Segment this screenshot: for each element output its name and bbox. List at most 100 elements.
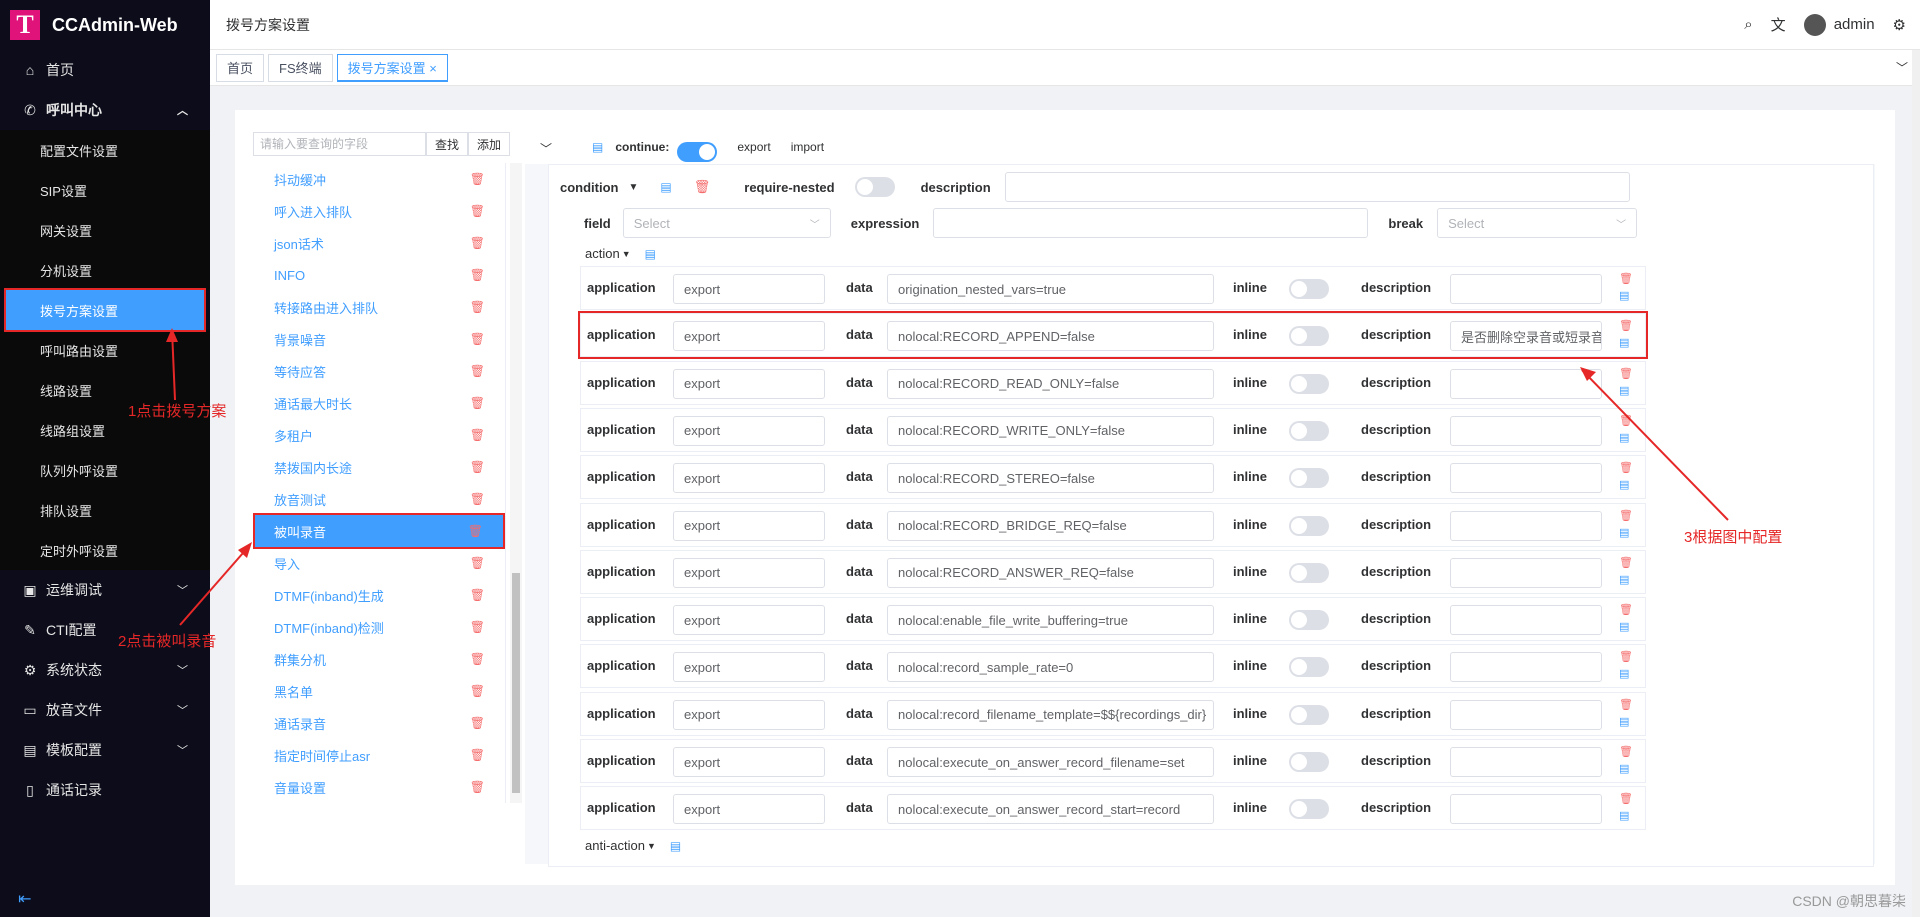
application-input[interactable]: export — [673, 368, 825, 399]
description-input[interactable] — [1450, 510, 1602, 541]
application-input[interactable]: export — [673, 274, 825, 304]
inline-toggle[interactable] — [1289, 279, 1329, 299]
trash-icon[interactable]: 🗑 — [470, 780, 485, 794]
trash-icon[interactable]: 🗑 — [1619, 649, 1633, 666]
data-input[interactable]: nolocal:execute_on_answer_record_filenam… — [887, 747, 1214, 777]
trash-icon[interactable]: 🗑 — [470, 460, 485, 474]
file-icon[interactable]: ▤ — [1619, 383, 1633, 400]
data-input[interactable]: origination_nested_vars=true — [887, 274, 1214, 304]
trash-icon[interactable]: 🗑 — [470, 748, 485, 762]
search-icon[interactable]: ⌕ — [1744, 16, 1752, 33]
gear-icon[interactable]: ⚙ — [1893, 16, 1906, 34]
file-icon[interactable]: ▤ — [1619, 714, 1633, 731]
trash-icon[interactable]: 🗑 — [470, 684, 485, 698]
inline-toggle[interactable] — [1289, 326, 1329, 347]
import-link[interactable]: import — [791, 140, 824, 154]
inline-toggle[interactable] — [1289, 562, 1329, 583]
sidebar-subitem[interactable]: 分机设置 — [0, 250, 210, 290]
trash-icon[interactable]: 🗑 — [470, 716, 485, 730]
file-icon[interactable]: ▤ — [1619, 335, 1633, 352]
trash-icon[interactable]: 🗑 — [1619, 744, 1633, 761]
data-input[interactable]: nolocal:RECORD_BRIDGE_REQ=false — [887, 510, 1214, 541]
list-item[interactable]: 禁拨国内长途 🗑 — [253, 451, 505, 483]
trash-icon[interactable]: 🗑 — [470, 172, 485, 186]
sidebar-item-audio[interactable]: ▭ 放音文件 ﹀ — [0, 690, 210, 730]
file-icon[interactable]: ▤ — [1619, 572, 1633, 589]
sidebar-subitem-dialplan[interactable]: 拨号方案设置 — [4, 288, 206, 332]
sidebar-item-status[interactable]: ⚙ 系统状态 ﹀ — [0, 650, 210, 690]
expression-input[interactable] — [933, 208, 1369, 238]
file-icon[interactable]: ▤ — [670, 839, 681, 853]
trash-icon[interactable]: 🗑 — [1619, 697, 1633, 714]
list-item[interactable]: json话术 🗑 — [253, 227, 505, 259]
data-input[interactable]: nolocal:execute_on_answer_record_start=r… — [887, 794, 1214, 825]
application-input[interactable]: export — [673, 747, 825, 777]
page-scrollbar[interactable] — [1912, 50, 1920, 917]
data-input[interactable]: nolocal:record_sample_rate=0 — [887, 652, 1214, 683]
description-input[interactable] — [1450, 463, 1602, 494]
application-input[interactable]: export — [673, 699, 825, 730]
file-icon[interactable]: ▤ — [1619, 619, 1633, 636]
list-item[interactable]: 呼入进入排队 🗑 — [253, 195, 505, 227]
file-icon[interactable]: ▤ — [1619, 525, 1633, 542]
list-item[interactable]: 通话录音 🗑 — [253, 707, 505, 739]
data-input[interactable]: nolocal:RECORD_ANSWER_REQ=false — [887, 557, 1214, 588]
search-input[interactable] — [253, 132, 426, 156]
condition-description-input[interactable] — [1004, 172, 1630, 202]
trash-icon[interactable]: 🗑 — [470, 620, 485, 634]
description-input[interactable] — [1450, 652, 1602, 683]
trash-icon[interactable]: 🗑 — [1619, 602, 1633, 619]
list-item[interactable]: 被叫录音 🗑 — [253, 513, 505, 549]
inline-toggle[interactable] — [1289, 657, 1329, 678]
break-select[interactable]: Select ﹀ — [1437, 208, 1638, 238]
trash-icon[interactable]: 🗑 — [470, 652, 485, 666]
trash-icon[interactable]: 🗑 — [470, 492, 485, 506]
description-input[interactable]: 是否删除空录音或短录音 — [1450, 321, 1602, 352]
file-icon[interactable]: ▤ — [645, 247, 656, 261]
list-item[interactable]: 放音测试 🗑 — [253, 483, 505, 515]
application-input[interactable]: export — [673, 652, 825, 683]
continue-toggle[interactable] — [677, 142, 718, 162]
data-input[interactable]: nolocal:RECORD_WRITE_ONLY=false — [887, 415, 1214, 446]
find-button[interactable]: 查找 — [426, 132, 469, 156]
file-icon[interactable]: ▤ — [1619, 666, 1633, 683]
trash-icon[interactable]: 🗑 — [1619, 366, 1633, 383]
sidebar-subitem[interactable]: 呼叫路由设置 — [0, 330, 210, 370]
trash-icon[interactable]: 🗑 — [470, 332, 485, 346]
trash-icon[interactable]: 🗑 — [470, 268, 485, 282]
inline-toggle[interactable] — [1289, 752, 1329, 772]
caret-down-icon[interactable]: ▼ — [622, 249, 631, 259]
list-item[interactable]: 群集分机 🗑 — [253, 643, 505, 675]
translate-icon[interactable]: 文 — [1771, 14, 1786, 35]
caret-down-icon[interactable]: ▼ — [629, 182, 639, 193]
sidebar-item-home[interactable]: ⌂ 首页 — [0, 50, 210, 90]
application-input[interactable]: export — [673, 794, 825, 825]
data-input[interactable]: nolocal:enable_file_write_buffering=true — [887, 605, 1214, 636]
tab-fs-terminal[interactable]: FS终端 — [268, 53, 333, 82]
add-button[interactable]: 添加 — [468, 132, 511, 156]
trash-icon[interactable]: 🗑 — [470, 556, 485, 570]
description-input[interactable] — [1450, 557, 1602, 588]
inline-toggle[interactable] — [1289, 468, 1329, 489]
inline-toggle[interactable] — [1289, 799, 1329, 820]
list-item[interactable]: DTMF(inband)生成 🗑 — [253, 579, 505, 611]
sidebar-subitem[interactable]: 配置文件设置 — [0, 130, 210, 170]
list-item[interactable]: DTMF(inband)检测 🗑 — [253, 611, 505, 643]
description-input[interactable] — [1450, 699, 1602, 730]
trash-icon[interactable]: 🗑 — [1619, 791, 1633, 808]
file-icon[interactable]: ▤ — [1619, 430, 1633, 447]
inline-toggle[interactable] — [1289, 610, 1329, 631]
sidebar-subitem[interactable]: 网关设置 — [0, 210, 210, 250]
list-item[interactable]: 背景噪音 🗑 — [253, 323, 505, 355]
list-item[interactable]: 指定时间停止asr 🗑 — [253, 739, 505, 771]
trash-icon[interactable]: 🗑 — [470, 236, 485, 250]
list-item[interactable]: INFO 🗑 — [253, 259, 505, 291]
user-menu[interactable]: admin — [1803, 13, 1875, 36]
trash-icon[interactable]: 🗑 — [1619, 508, 1633, 525]
tab-dialplan[interactable]: 拨号方案设置 × — [336, 53, 448, 82]
list-item[interactable]: 黑名单 🗑 — [253, 675, 505, 707]
list-item[interactable]: 导入 🗑 — [253, 547, 505, 579]
application-input[interactable]: export — [673, 321, 825, 352]
file-icon[interactable]: ▤ — [592, 140, 603, 154]
description-input[interactable] — [1450, 794, 1602, 825]
